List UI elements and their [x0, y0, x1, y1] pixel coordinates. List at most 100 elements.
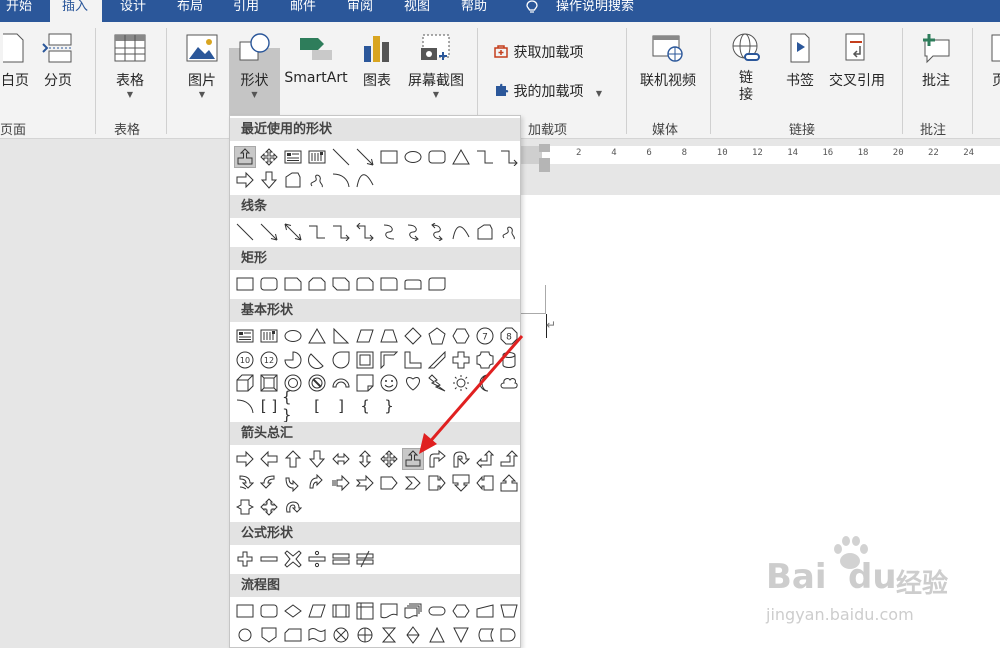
plaque-shape[interactable]	[474, 349, 496, 371]
flowchart-summing-junction-shape[interactable]	[330, 624, 352, 646]
screenshot-button[interactable]: 屏幕截图 ▼	[403, 32, 469, 100]
snip-single-corner-rectangle-shape[interactable]	[282, 273, 304, 295]
down-arrow-shape[interactable]	[258, 169, 280, 191]
right-arrow-callout-shape[interactable]	[426, 472, 448, 494]
arrow-line-shape[interactable]	[258, 221, 280, 243]
down-arrow-shape[interactable]	[306, 448, 328, 470]
scribble-shape[interactable]	[306, 169, 328, 191]
right-arrow-shape[interactable]	[234, 169, 256, 191]
right-brace-shape[interactable]: }	[378, 395, 400, 417]
round-single-corner-rectangle-shape[interactable]	[378, 273, 400, 295]
curved-right-arrow-shape[interactable]	[234, 472, 256, 494]
flowchart-terminator-shape[interactable]	[426, 600, 448, 622]
teardrop-shape[interactable]	[330, 349, 352, 371]
arc-shape[interactable]	[330, 169, 352, 191]
hexagon-shape[interactable]	[450, 325, 472, 347]
u-turn-arrow-shape[interactable]	[450, 448, 472, 470]
lightning-bolt-shape[interactable]	[426, 372, 448, 394]
half-frame-shape[interactable]	[378, 349, 400, 371]
sun-shape[interactable]	[450, 372, 472, 394]
snip-round-rectangle-shape[interactable]	[354, 273, 376, 295]
trapezoid-shape[interactable]	[378, 325, 400, 347]
round-diagonal-rectangle-shape[interactable]	[426, 273, 448, 295]
not-equal-shape[interactable]	[354, 548, 376, 570]
line-shape[interactable]	[330, 146, 352, 168]
octagon-shape[interactable]: 8	[498, 325, 520, 347]
plus-shape[interactable]	[234, 548, 256, 570]
flowchart-alternate-process-shape[interactable]	[258, 600, 280, 622]
quad-arrow-callout-shape[interactable]	[258, 496, 280, 518]
flowchart-process-shape[interactable]	[234, 600, 256, 622]
text-box-shape[interactable]	[282, 146, 304, 168]
flowchart-extract-shape[interactable]	[426, 624, 448, 646]
multiply-shape[interactable]	[282, 548, 304, 570]
tab-design[interactable]: 设计	[120, 0, 146, 22]
folded-corner-shape[interactable]	[354, 372, 376, 394]
left-right-up-arrow-shape[interactable]	[402, 448, 424, 470]
pie-shape[interactable]	[282, 349, 304, 371]
curved-double-arrow-connector-shape[interactable]	[426, 221, 448, 243]
flowchart-decision-shape[interactable]	[282, 600, 304, 622]
left-up-arrow-shape[interactable]	[474, 448, 496, 470]
elbow-arrow-connector-shape[interactable]	[330, 221, 352, 243]
minus-shape[interactable]	[258, 548, 280, 570]
tab-references[interactable]: 引用	[233, 0, 259, 22]
flowchart-card-shape[interactable]	[282, 624, 304, 646]
right-arrow-shape[interactable]	[234, 448, 256, 470]
first-line-indent-marker[interactable]	[539, 144, 550, 152]
equal-shape[interactable]	[330, 548, 352, 570]
can-shape[interactable]	[498, 349, 520, 371]
double-arrow-line-shape[interactable]	[282, 221, 304, 243]
left-bracket-shape[interactable]: [	[306, 395, 328, 417]
flowchart-punched-tape-shape[interactable]	[306, 624, 328, 646]
picture-button[interactable]: 图片 ▼	[182, 32, 222, 100]
right-bracket-shape[interactable]: ]	[330, 395, 352, 417]
curved-left-arrow-shape[interactable]	[258, 472, 280, 494]
tab-help[interactable]: 帮助	[461, 0, 487, 22]
left-arrow-callout-shape[interactable]	[474, 472, 496, 494]
division-shape[interactable]	[306, 548, 328, 570]
quad-arrow-shape[interactable]	[378, 448, 400, 470]
arc-shape[interactable]	[234, 395, 256, 417]
online-video-button[interactable]: 联机视频	[636, 32, 700, 90]
tab-mailings[interactable]: 邮件	[290, 0, 316, 22]
triangle-shape[interactable]	[306, 325, 328, 347]
tab-view[interactable]: 视图	[404, 0, 430, 22]
double-brace-shape[interactable]: { }	[282, 388, 304, 424]
dodecagon-shape[interactable]: 12	[258, 349, 280, 371]
cube-shape[interactable]	[234, 372, 256, 394]
heptagon-shape[interactable]: 7	[474, 325, 496, 347]
flowchart-internal-storage-shape[interactable]	[354, 600, 376, 622]
decagon-shape[interactable]: 10	[234, 349, 256, 371]
round-same-side-rectangle-shape[interactable]	[402, 273, 424, 295]
snip-same-side-rectangle-shape[interactable]	[306, 273, 328, 295]
curved-up-arrow-shape[interactable]	[282, 472, 304, 494]
left-indent-marker[interactable]	[539, 158, 550, 172]
flowchart-stored-data-shape[interactable]	[474, 624, 496, 646]
pentagon-arrow-shape[interactable]	[378, 472, 400, 494]
bent-arrow-shape[interactable]	[426, 448, 448, 470]
notched-right-arrow-shape[interactable]	[354, 472, 376, 494]
vertical-text-box-shape[interactable]	[258, 325, 280, 347]
flowchart-data-shape[interactable]	[306, 600, 328, 622]
flowchart-document-shape[interactable]	[378, 600, 400, 622]
elbow-connector-shape[interactable]	[474, 146, 496, 168]
flowchart-predefined-process-shape[interactable]	[330, 600, 352, 622]
curved-connector-shape[interactable]	[378, 221, 400, 243]
vertical-text-box-shape[interactable]	[306, 146, 328, 168]
bevel-shape[interactable]	[258, 372, 280, 394]
table-button[interactable]: 表格 ▼	[110, 32, 150, 100]
left-arrow-shape[interactable]	[258, 448, 280, 470]
heart-shape[interactable]	[402, 372, 424, 394]
no-symbol-shape[interactable]	[306, 372, 328, 394]
rectangle-shape[interactable]	[378, 146, 400, 168]
up-arrow-shape[interactable]	[282, 448, 304, 470]
flowchart-collate-shape[interactable]	[378, 624, 400, 646]
up-down-arrow-shape[interactable]	[354, 448, 376, 470]
left-right-arrow-callout-shape[interactable]	[234, 496, 256, 518]
chord-shape[interactable]	[306, 349, 328, 371]
scribble-shape[interactable]	[498, 221, 520, 243]
moon-shape[interactable]	[474, 372, 496, 394]
flowchart-or-shape[interactable]	[354, 624, 376, 646]
left-brace-shape[interactable]: {	[354, 395, 376, 417]
